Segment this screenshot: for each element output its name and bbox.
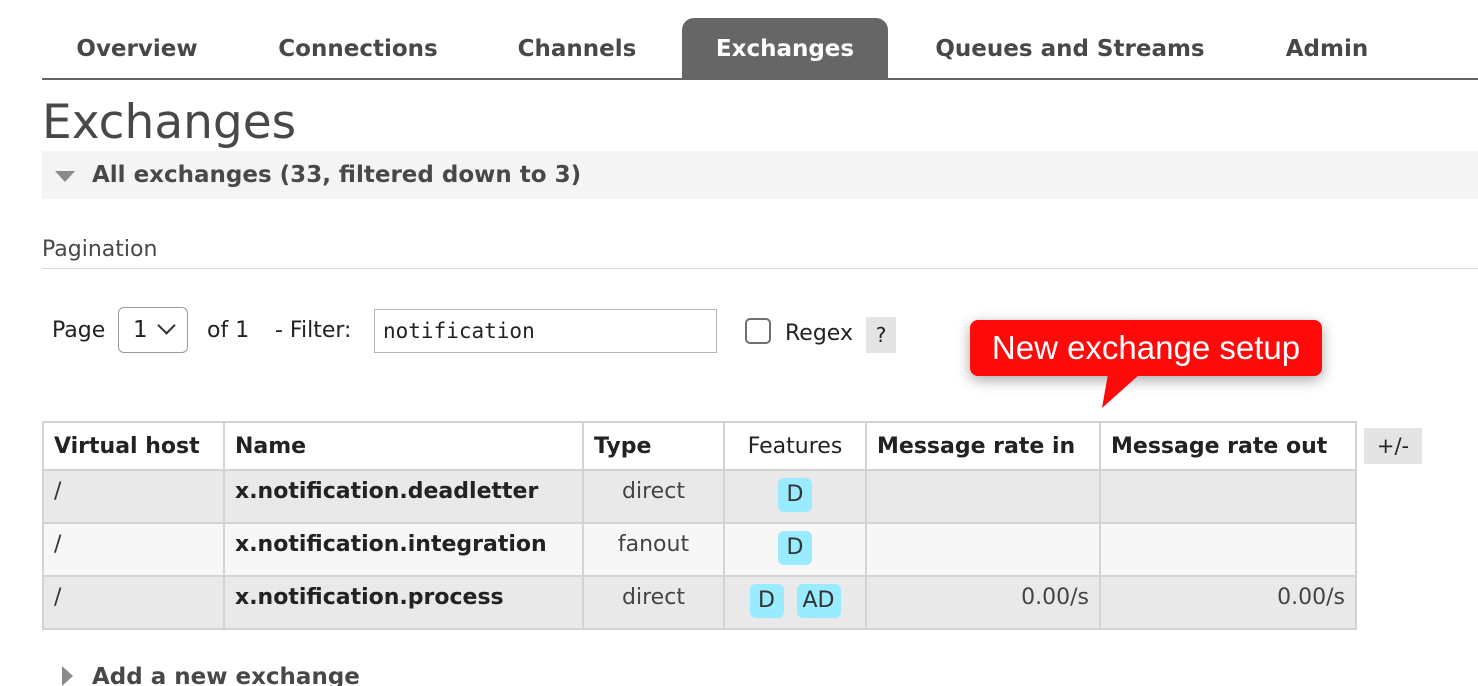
tab-admin[interactable]: Admin [1258,18,1396,78]
table-row: / x.notification.deadletter direct D [42,469,1357,524]
cell-rate-in: 0.00/s [865,575,1101,630]
feature-badge-durable: D [749,584,784,618]
regex-help-button[interactable]: ? [866,317,896,353]
page-select[interactable]: 1 [118,307,188,353]
feature-badge-durable: D [778,531,812,565]
exchanges-table: Virtual host Name Type Features Message … [42,421,1357,630]
filter-label: - Filter: [275,318,352,343]
cell-type: fanout [582,522,725,577]
chevron-down-icon [157,316,176,335]
page-select-value: 1 [133,317,148,343]
tab-overview[interactable]: Overview [42,18,232,78]
tab-channels[interactable]: Channels [492,18,662,78]
cell-rate-out [1099,469,1357,524]
cell-rate-in [865,522,1101,577]
cell-features: D [723,522,867,577]
column-header-type[interactable]: Type [582,421,725,471]
table-row: / x.notification.process direct D AD 0.0… [42,575,1357,630]
feature-badge-auto-delete: AD [796,584,841,618]
cell-rate-out [1099,522,1357,577]
column-header-name[interactable]: Name [223,421,584,471]
cell-rate-out: 0.00/s [1099,575,1357,630]
pagination-divider [42,268,1478,269]
expand-triangle-icon [62,666,73,686]
column-header-features: Features [723,421,867,471]
exchange-name-link[interactable]: x.notification.integration [223,522,584,577]
tab-exchanges[interactable]: Exchanges [682,18,888,78]
page-label: Page [52,318,106,343]
all-exchanges-section-label: All exchanges (33, filtered down to 3) [92,162,582,188]
regex-checkbox[interactable] [745,318,771,344]
main-nav-tabs: Overview Connections Channels Exchanges … [42,16,1478,80]
cell-vhost: / [42,522,225,577]
column-header-virtual-host[interactable]: Virtual host [42,421,225,471]
cell-features: D [723,469,867,524]
cell-vhost: / [42,575,225,630]
tab-queues-and-streams[interactable]: Queues and Streams [908,18,1232,78]
page-title: Exchanges [42,95,297,150]
rabbitmq-management-page: Overview Connections Channels Exchanges … [0,0,1478,686]
exchange-name-link[interactable]: x.notification.deadletter [223,469,584,524]
pagination-label: Pagination [42,237,158,262]
columns-toggle-button[interactable]: +/- [1364,428,1422,464]
table-row: / x.notification.integration fanout D [42,522,1357,577]
table-header-row: Virtual host Name Type Features Message … [42,421,1357,471]
cell-features: D AD [723,575,867,630]
collapse-triangle-icon [55,171,75,182]
cell-rate-in [865,469,1101,524]
column-header-message-rate-out[interactable]: Message rate out [1099,421,1357,471]
callout-pointer [1102,374,1140,408]
add-exchange-section-label: Add a new exchange [92,664,360,686]
cell-vhost: / [42,469,225,524]
cell-type: direct [582,575,725,630]
regex-label: Regex [785,321,853,346]
tab-connections[interactable]: Connections [252,18,464,78]
feature-badge-durable: D [778,478,812,512]
page-count-label: of 1 [207,318,250,343]
column-header-message-rate-in[interactable]: Message rate in [865,421,1101,471]
cell-type: direct [582,469,725,524]
filter-input[interactable] [374,309,717,353]
annotation-callout: New exchange setup [970,320,1322,376]
add-exchange-section-toggle[interactable]: Add a new exchange [42,655,642,686]
exchange-name-link[interactable]: x.notification.process [223,575,584,630]
all-exchanges-section-toggle[interactable]: All exchanges (33, filtered down to 3) [42,151,1478,199]
